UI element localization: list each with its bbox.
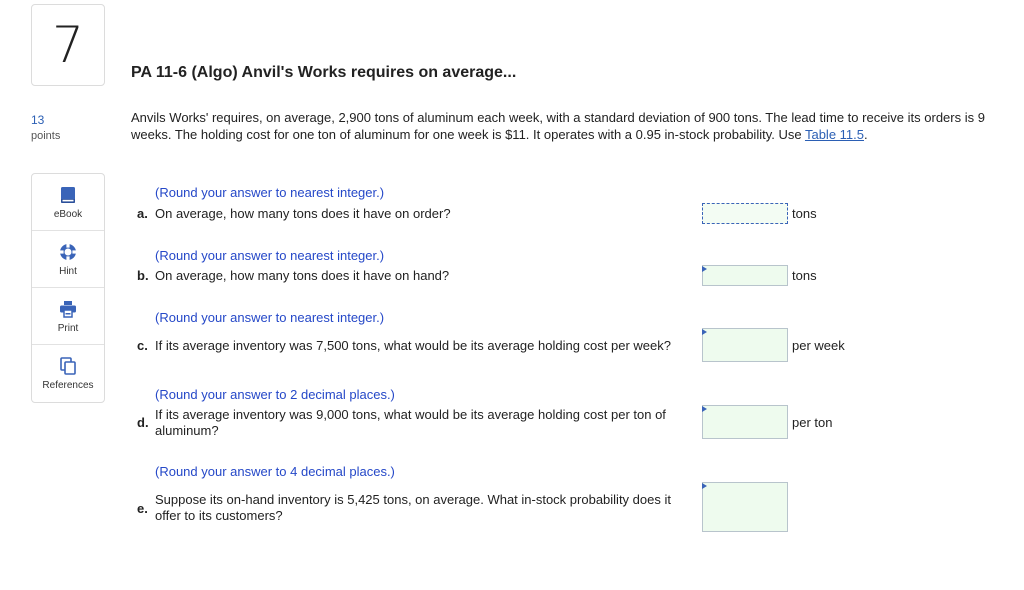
question-title: PA 11-6 (Algo) Anvil's Works requires on…: [131, 64, 517, 81]
part-c-instruction: (Round your answer to nearest integer.): [155, 310, 385, 325]
points-label: points: [31, 130, 61, 142]
ebook-label: eBook: [53, 208, 83, 220]
points-value: 13: [31, 113, 45, 127]
part-e-answer-input[interactable]: [702, 482, 788, 532]
part-d-flag-icon: [702, 406, 707, 412]
part-a-unit: tons: [792, 206, 817, 221]
table-reference-link[interactable]: Table 11.5: [805, 127, 864, 142]
resource-toolbar: eBook Hint Print References: [31, 173, 105, 403]
part-b-letter: b.: [137, 268, 149, 283]
printer-icon: [60, 300, 76, 318]
part-e-question: Suppose its on-hand inventory is 5,425 t…: [155, 492, 671, 523]
part-d-question: If its average inventory was 9,000 tons,…: [155, 407, 666, 438]
question-stem: Anvils Works' requires, on average, 2,90…: [131, 110, 1001, 143]
part-b-flag-icon: [702, 266, 707, 272]
part-c-unit: per week: [792, 338, 845, 353]
ebook-button[interactable]: eBook: [32, 174, 104, 231]
book-icon: [61, 186, 75, 203]
part-c-flag-icon: [702, 329, 707, 335]
stem-end: .: [864, 126, 868, 142]
references-label: References: [42, 380, 94, 391]
copy-pages-icon: [60, 357, 76, 375]
part-a-question: On average, how many tons does it have o…: [155, 206, 451, 221]
part-c-letter: c.: [137, 338, 148, 353]
part-c-answer-input[interactable]: [702, 328, 788, 362]
part-d-answer-input[interactable]: [702, 405, 788, 439]
print-label: Print: [57, 322, 79, 334]
part-a-answer-input[interactable]: [702, 203, 788, 224]
part-a-instruction: (Round your answer to nearest integer.): [155, 185, 385, 200]
question-number-box: 7: [31, 4, 105, 86]
hint-button[interactable]: Hint: [32, 231, 104, 288]
question-number: 7: [52, 16, 84, 74]
part-d-letter: d.: [137, 415, 149, 430]
part-b-question: On average, how many tons does it have o…: [155, 268, 450, 283]
part-b-answer-input[interactable]: [702, 265, 788, 286]
points-block: 13 points: [31, 113, 60, 142]
lifebuoy-icon: [59, 243, 77, 260]
part-b-unit: tons: [792, 268, 817, 283]
part-b-instruction: (Round your answer to nearest integer.): [155, 248, 385, 263]
print-button[interactable]: Print: [32, 288, 104, 345]
hint-label: Hint: [59, 265, 77, 277]
part-e-flag-icon: [702, 483, 707, 489]
references-button[interactable]: References: [32, 345, 104, 402]
part-c-question: If its average inventory was 7,500 tons,…: [155, 338, 671, 353]
part-e-instruction: (Round your answer to 4 decimal places.): [155, 464, 395, 479]
part-d-instruction: (Round your answer to 2 decimal places.): [155, 387, 395, 402]
part-e-letter: e.: [137, 501, 148, 516]
part-a-letter: a.: [137, 206, 148, 221]
part-d-unit: per ton: [792, 415, 833, 430]
